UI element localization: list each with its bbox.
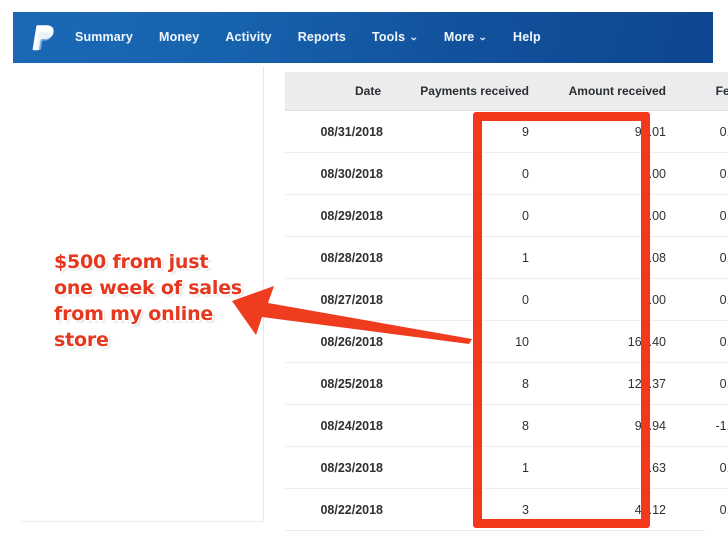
nav-item-money[interactable]: Money (159, 31, 199, 44)
cell-fees: 0.00 (678, 488, 728, 530)
main-navigation-bar: Summary Money Activity Reports Tools ⌄ M… (13, 12, 713, 63)
cell-payments-received: 0 (395, 278, 541, 321)
cell-fees: 0.00 (678, 152, 728, 195)
cell-date-link[interactable]: 08/22/2018 (285, 488, 395, 530)
cell-fees: 0.00 (678, 236, 728, 279)
column-header-amount-received[interactable]: Amount received (541, 72, 678, 111)
cell-fees: 0.00 (678, 446, 728, 489)
table-header: Date Payments received Amount received F… (285, 72, 728, 111)
cell-amount-received: 0.00 (541, 194, 678, 237)
table-row: 08/30/201800.000.00 (285, 152, 728, 195)
cell-amount-received: 160.40 (541, 320, 678, 363)
annotation-callout-text: $500 from just one week of sales from my… (54, 251, 243, 351)
nav-item-summary[interactable]: Summary (75, 31, 133, 44)
chevron-down-icon: ⌄ (478, 32, 489, 42)
cell-date-link[interactable]: 08/26/2018 (285, 320, 395, 363)
nav-item-label: Tools (372, 30, 406, 45)
cell-date-link[interactable]: 08/29/2018 (285, 194, 395, 237)
cell-date-link[interactable]: 08/23/2018 (285, 446, 395, 489)
nav-item-activity[interactable]: Activity (225, 31, 271, 44)
cell-date-link[interactable]: 08/25/2018 (285, 362, 395, 405)
cell-payments-received: 9 (395, 110, 541, 153)
cell-amount-received: 96.01 (541, 110, 678, 153)
cell-amount-received: 0.00 (541, 152, 678, 195)
table-row: 08/26/201810160.400.00 (285, 320, 728, 363)
cell-fees: 0.00 (678, 362, 728, 405)
nav-item-tools[interactable]: Tools ⌄ (372, 30, 419, 45)
cell-payments-received: 0 (395, 152, 541, 195)
table-row: 08/25/20188126.370.00 (285, 362, 728, 405)
cell-amount-received: 0.00 (541, 278, 678, 321)
cell-payments-received: 0 (395, 194, 541, 237)
table-row: 08/31/2018996.010.00 (285, 110, 728, 153)
chevron-down-icon: ⌄ (409, 32, 419, 42)
table-row: 08/29/201800.000.00 (285, 194, 728, 237)
column-header-date[interactable]: Date (285, 72, 395, 111)
nav-item-label: Summary (75, 30, 134, 45)
cell-payments-received: 3 (395, 488, 541, 530)
cell-amount-received: 3.63 (541, 446, 678, 489)
nav-item-label: Money (159, 30, 200, 45)
cell-payments-received: 1 (395, 446, 541, 489)
cell-payments-received: 8 (395, 362, 541, 405)
nav-item-label: Activity (225, 30, 272, 45)
table-header-row: Date Payments received Amount received F… (285, 72, 728, 111)
nav-item-label: More (443, 30, 475, 45)
cell-date-link[interactable]: 08/24/2018 (285, 404, 395, 447)
cell-date-link[interactable]: 08/30/2018 (285, 152, 395, 195)
paypal-logo-icon[interactable] (30, 23, 56, 53)
transactions-table-card: Date Payments received Amount received F… (285, 72, 728, 531)
cell-fees: 0.00 (678, 320, 728, 363)
cell-payments-received: 10 (395, 320, 541, 363)
transactions-table: Date Payments received Amount received F… (285, 72, 728, 530)
table-row: 08/27/201800.000.00 (285, 278, 728, 321)
cell-date-link[interactable]: 08/31/2018 (285, 110, 395, 153)
cell-date-link[interactable]: 08/28/2018 (285, 236, 395, 279)
table-row: 08/22/2018345.120.00 (285, 488, 728, 530)
cell-payments-received: 8 (395, 404, 541, 447)
cell-amount-received: 45.12 (541, 488, 678, 530)
table-body: 08/31/2018996.010.0008/30/201800.000.000… (285, 110, 728, 530)
cell-fees: 0.00 (678, 194, 728, 237)
table-row: 08/28/201813.080.00 (285, 236, 728, 279)
cell-amount-received: 93.94 (541, 404, 678, 447)
cell-payments-received: 1 (395, 236, 541, 279)
nav-item-label: Reports (297, 30, 347, 45)
cell-fees: 0.00 (678, 278, 728, 321)
nav-item-help[interactable]: Help (513, 31, 541, 44)
nav-item-label: Help (513, 30, 541, 45)
table-row: 08/23/201813.630.00 (285, 446, 728, 489)
column-header-payments-received[interactable]: Payments received (395, 72, 541, 111)
table-row: 08/24/2018893.94-1.14 (285, 404, 728, 447)
cell-fees: -1.14 (678, 404, 728, 447)
cell-amount-received: 126.37 (541, 362, 678, 405)
cell-fees: 0.00 (678, 110, 728, 153)
cell-date-link[interactable]: 08/27/2018 (285, 278, 395, 321)
nav-item-reports[interactable]: Reports (298, 31, 346, 44)
column-header-fees[interactable]: Fees (678, 72, 728, 111)
nav-item-more[interactable]: More ⌄ (443, 30, 489, 45)
cell-amount-received: 3.08 (541, 236, 678, 279)
